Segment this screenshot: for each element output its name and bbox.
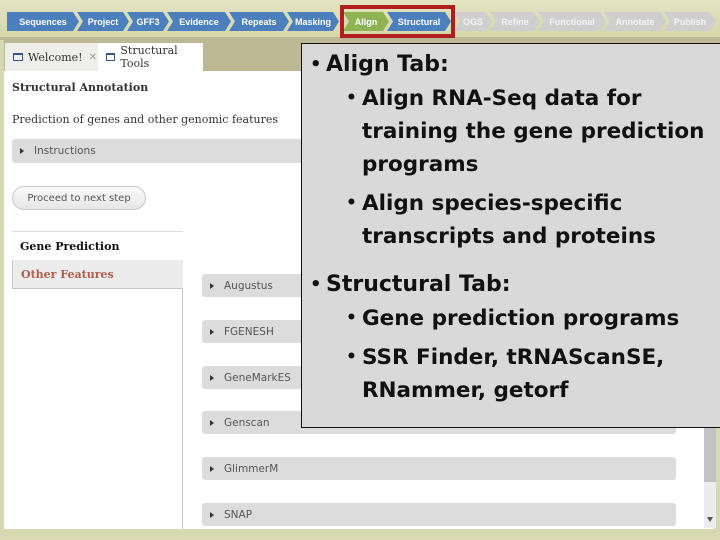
vertical-scrollbar[interactable] bbox=[704, 420, 716, 528]
window-icon bbox=[106, 53, 116, 61]
workflow-step-repeats[interactable]: Repeats bbox=[229, 12, 289, 31]
expand-triangle-icon bbox=[210, 328, 214, 335]
annotation-callout: Align Tab: Align RNA-Seq data for traini… bbox=[301, 43, 720, 428]
page-title: Structural Annotation bbox=[12, 81, 149, 94]
workflow-step-masking[interactable]: Masking bbox=[287, 12, 339, 31]
subnav-item-gene-prediction[interactable]: Gene Prediction bbox=[12, 231, 183, 260]
expand-triangle-icon bbox=[210, 374, 214, 381]
subnav: Gene Prediction Other Features bbox=[12, 231, 183, 529]
scroll-down-arrow-icon[interactable] bbox=[707, 517, 713, 522]
callout-heading: Structural Tab: bbox=[302, 268, 720, 302]
tab-structural-tools-label: Structural Tools bbox=[120, 44, 178, 70]
subnav-item-other-features[interactable]: Other Features bbox=[12, 260, 183, 289]
window-icon bbox=[13, 53, 23, 61]
expand-triangle-icon bbox=[210, 511, 214, 518]
workflow-step-ogs[interactable]: OGS bbox=[454, 12, 492, 31]
tool-glimmerm[interactable]: GlimmerM bbox=[202, 457, 676, 480]
expand-triangle-icon bbox=[210, 282, 214, 289]
tab-welcome-label: Welcome! bbox=[28, 50, 83, 64]
workflow-step-evidence[interactable]: Evidence bbox=[167, 12, 231, 31]
scrollbar-thumb[interactable] bbox=[704, 420, 716, 482]
callout-bullet: Gene prediction programs bbox=[302, 302, 720, 335]
tool-snap[interactable]: SNAP bbox=[202, 503, 676, 526]
instructions-label: Instructions bbox=[34, 145, 96, 157]
callout-section-align: Align Tab: Align RNA-Seq data for traini… bbox=[302, 48, 720, 259]
tool-label: FGENESH bbox=[224, 325, 274, 338]
callout-bullet: Align species-specific transcripts and p… bbox=[302, 187, 720, 253]
callout-bullet: Align RNA-Seq data for training the gene… bbox=[302, 82, 720, 181]
proceed-button[interactable]: Proceed to next step bbox=[12, 186, 146, 210]
tool-label: Genscan bbox=[224, 416, 270, 429]
tool-label: SNAP bbox=[224, 508, 253, 521]
workflow-bar: Sequences Project GFF3 Evidence Repeats … bbox=[0, 0, 720, 40]
expand-triangle-icon bbox=[210, 465, 214, 472]
close-icon[interactable]: ✕ bbox=[89, 52, 97, 63]
workflow-step-functional[interactable]: Functional bbox=[538, 12, 606, 31]
workflow-step-refine[interactable]: Refine bbox=[490, 12, 540, 31]
highlight-box bbox=[340, 5, 455, 38]
callout-section-structural: Structural Tab: Gene prediction programs… bbox=[302, 268, 720, 413]
callout-heading: Align Tab: bbox=[302, 48, 720, 82]
tool-label: Augustus bbox=[224, 279, 273, 292]
workflow-step-publish[interactable]: Publish bbox=[664, 12, 716, 31]
workflow-step-gff3[interactable]: GFF3 bbox=[127, 12, 169, 31]
tab-structural-tools[interactable]: Structural Tools bbox=[98, 43, 203, 71]
expand-triangle-icon bbox=[20, 148, 24, 154]
workflow-step-annotate[interactable]: Annotate bbox=[604, 12, 666, 31]
expand-triangle-icon bbox=[210, 419, 214, 426]
page-subtitle: Prediction of genes and other genomic fe… bbox=[12, 113, 279, 126]
tool-label: GeneMarkES bbox=[224, 371, 291, 384]
workflow-step-sequences[interactable]: Sequences bbox=[7, 12, 79, 31]
callout-bullet: SSR Finder, tRNAScanSE, RNammer, getorf bbox=[302, 341, 720, 407]
tab-welcome[interactable]: Welcome! ✕ bbox=[5, 43, 98, 71]
workflow-step-project[interactable]: Project bbox=[77, 12, 129, 31]
tool-label: GlimmerM bbox=[224, 462, 279, 475]
